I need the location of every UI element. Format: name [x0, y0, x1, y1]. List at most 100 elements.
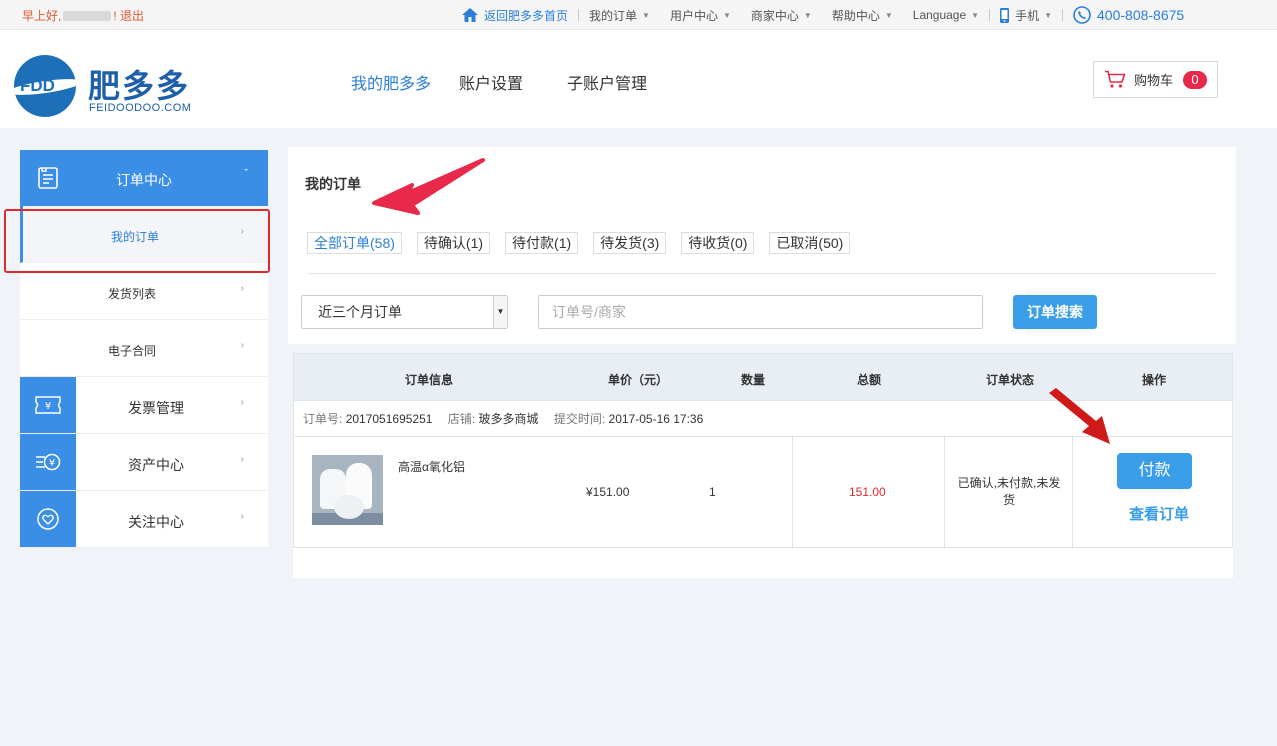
- column-header: 订单信息: [405, 373, 454, 387]
- order-no: 2017051695251: [345, 412, 433, 426]
- greeting-tail: !: [113, 9, 117, 23]
- product-name[interactable]: 高温α氧化铝: [398, 458, 465, 475]
- logo-cn-text: 肥多多: [88, 68, 191, 104]
- date-range-select[interactable]: 近三个月订单 ▼: [301, 295, 508, 329]
- submit-time: 2017-05-16 17:36: [608, 412, 704, 426]
- logo-badge: FDD: [14, 55, 76, 117]
- tab-pending-receipt[interactable]: 待收货(0): [681, 232, 755, 254]
- language-menu[interactable]: Language ▼: [903, 8, 989, 22]
- column-divider: [792, 437, 793, 547]
- product-image[interactable]: [312, 455, 383, 525]
- mobile-menu[interactable]: 手机 ▼: [990, 7, 1062, 24]
- home-link-label: 返回肥多多首页: [484, 8, 569, 23]
- page-title: 我的订单: [305, 176, 361, 192]
- nav-account-settings[interactable]: 账户设置: [459, 70, 523, 94]
- sidebar-item-label: 资产中心: [128, 457, 184, 473]
- site-logo[interactable]: FDD 肥多多 FEIDOODOO.COM: [14, 55, 194, 125]
- chevron-right-icon: ›: [240, 340, 244, 351]
- my-orders-menu[interactable]: 我的订单 ▼: [579, 7, 660, 24]
- sidebar-item-assets[interactable]: ¥ 资产中心 ›: [20, 434, 268, 491]
- merchant-center-menu-label: 商家中心: [750, 8, 799, 23]
- svg-text:¥: ¥: [45, 401, 51, 412]
- time-label: 提交时间:: [553, 412, 606, 426]
- nav-sub-account[interactable]: 子账户管理: [567, 70, 647, 94]
- caret-down-icon: ▼: [803, 10, 812, 20]
- order-search-input[interactable]: [552, 304, 972, 320]
- caret-down-icon: ▼: [722, 10, 731, 20]
- hotline: 400-808-8675: [1063, 6, 1194, 24]
- nav-my-feidoodoo[interactable]: 我的肥多多: [351, 70, 431, 94]
- user-center-menu-label: 用户中心: [669, 8, 718, 23]
- view-order-link[interactable]: 查看订单: [1129, 503, 1189, 524]
- top-bar: 早上好,! 退出 返回肥多多首页 我的订单 ▼ 用户中心 ▼ 商家中心 ▼ 帮助中心 ▼…: [0, 0, 1277, 30]
- date-range-value: 近三个月订单: [318, 304, 402, 320]
- my-orders-menu-label: 我的订单: [589, 8, 638, 23]
- dropdown-arrow-icon[interactable]: ▼: [493, 296, 507, 328]
- greeting-text: 早上好,: [22, 9, 62, 23]
- annotation-arrow-icon: [1049, 388, 1110, 444]
- unit-price: ¥151.00: [586, 485, 630, 499]
- shopping-cart-icon: [1105, 70, 1126, 88]
- site-header: FDD 肥多多 FEIDOODOO.COM 我的肥多多 账户设置 子账户管理 购…: [0, 30, 1277, 128]
- chevron-right-icon: ›: [240, 511, 244, 522]
- tab-all-orders[interactable]: 全部订单(58): [307, 232, 402, 254]
- tab-cancelled[interactable]: 已取消(50): [769, 232, 851, 254]
- home-icon: [462, 8, 478, 22]
- quantity: 1: [709, 485, 716, 499]
- logout-link[interactable]: 退出: [120, 9, 144, 23]
- caret-down-icon: ▼: [1044, 10, 1053, 20]
- cart-button[interactable]: 购物车 0: [1093, 61, 1218, 98]
- greeting: 早上好,! 退出: [22, 7, 144, 24]
- home-link[interactable]: 返回肥多多首页: [452, 7, 578, 24]
- logo-en-text: FEIDOODOO.COM: [89, 102, 192, 114]
- tab-pending-confirm[interactable]: 待确认(1): [416, 232, 491, 254]
- chevron-right-icon: ›: [240, 283, 244, 294]
- sidebar-item-e-contract[interactable]: 电子合同 ›: [20, 320, 268, 377]
- sidebar-item-label: 电子合同: [107, 344, 156, 358]
- shop-label: 店铺:: [447, 412, 476, 426]
- order-total: 151.00: [849, 485, 886, 499]
- column-header: 操作: [1142, 373, 1167, 387]
- phone-number: 400-808-8675: [1097, 7, 1185, 23]
- sidebar-item-favorites[interactable]: 关注中心 ›: [20, 491, 268, 548]
- tab-pending-shipment[interactable]: 待发货(3): [593, 232, 667, 254]
- sidebar-item-label: 发货列表: [107, 287, 156, 301]
- svg-text:¥: ¥: [49, 458, 55, 469]
- heart-icon: [20, 491, 76, 547]
- sidebar-order-center[interactable]: 订单中心 ˇ: [20, 150, 268, 206]
- chevron-down-icon: ˇ: [244, 168, 248, 180]
- tab-pending-payment[interactable]: 待付款(1): [505, 232, 579, 254]
- merchant-center-menu[interactable]: 商家中心 ▼: [741, 7, 822, 24]
- annotation-highlight-box: [4, 209, 270, 273]
- help-center-menu[interactable]: 帮助中心 ▼: [822, 7, 903, 24]
- blurred-username: [63, 11, 112, 21]
- sidebar-order-center-label: 订单中心: [116, 172, 172, 188]
- order-search-field[interactable]: [538, 295, 983, 329]
- user-center-menu[interactable]: 用户中心 ▼: [660, 7, 741, 24]
- column-divider: [944, 437, 945, 547]
- shop-name[interactable]: 玻多多商城: [478, 412, 538, 426]
- column-header: 数量: [741, 373, 766, 387]
- product-image-part: [334, 495, 364, 519]
- assets-coin-icon: ¥: [20, 434, 76, 490]
- sidebar-item-label: 关注中心: [128, 514, 184, 530]
- order-search-button[interactable]: 订单搜索: [1013, 295, 1097, 329]
- table-row: 高温α氧化铝 ¥151.00 1 151.00 已确认,未付款,未发货 付款 查…: [293, 437, 1233, 548]
- divider: [307, 273, 1216, 274]
- help-center-menu-label: 帮助中心: [831, 8, 880, 23]
- column-header: 总额: [857, 373, 882, 387]
- caret-down-icon: ▼: [642, 10, 650, 20]
- sidebar-item-label: 发票管理: [128, 400, 184, 416]
- pay-button[interactable]: 付款: [1117, 453, 1192, 489]
- column-header: 单价（元）: [608, 373, 669, 387]
- caret-down-icon: ▼: [971, 10, 980, 20]
- cart-count-badge: 0: [1183, 70, 1208, 89]
- order-status: 已确认,未付款,未发货: [957, 476, 1061, 507]
- chevron-right-icon: ›: [240, 397, 244, 408]
- invoice-ticket-icon: ¥: [20, 377, 76, 433]
- mobile-phone-icon: [1000, 7, 1010, 23]
- sidebar-item-invoice[interactable]: ¥ 发票管理 ›: [20, 377, 268, 434]
- phone-icon: [1073, 6, 1091, 24]
- mobile-menu-label: 手机: [1015, 8, 1040, 23]
- order-status-tabs: 全部订单(58) 待确认(1) 待付款(1) 待发货(3) 待收货(0) 已取消…: [307, 232, 865, 254]
